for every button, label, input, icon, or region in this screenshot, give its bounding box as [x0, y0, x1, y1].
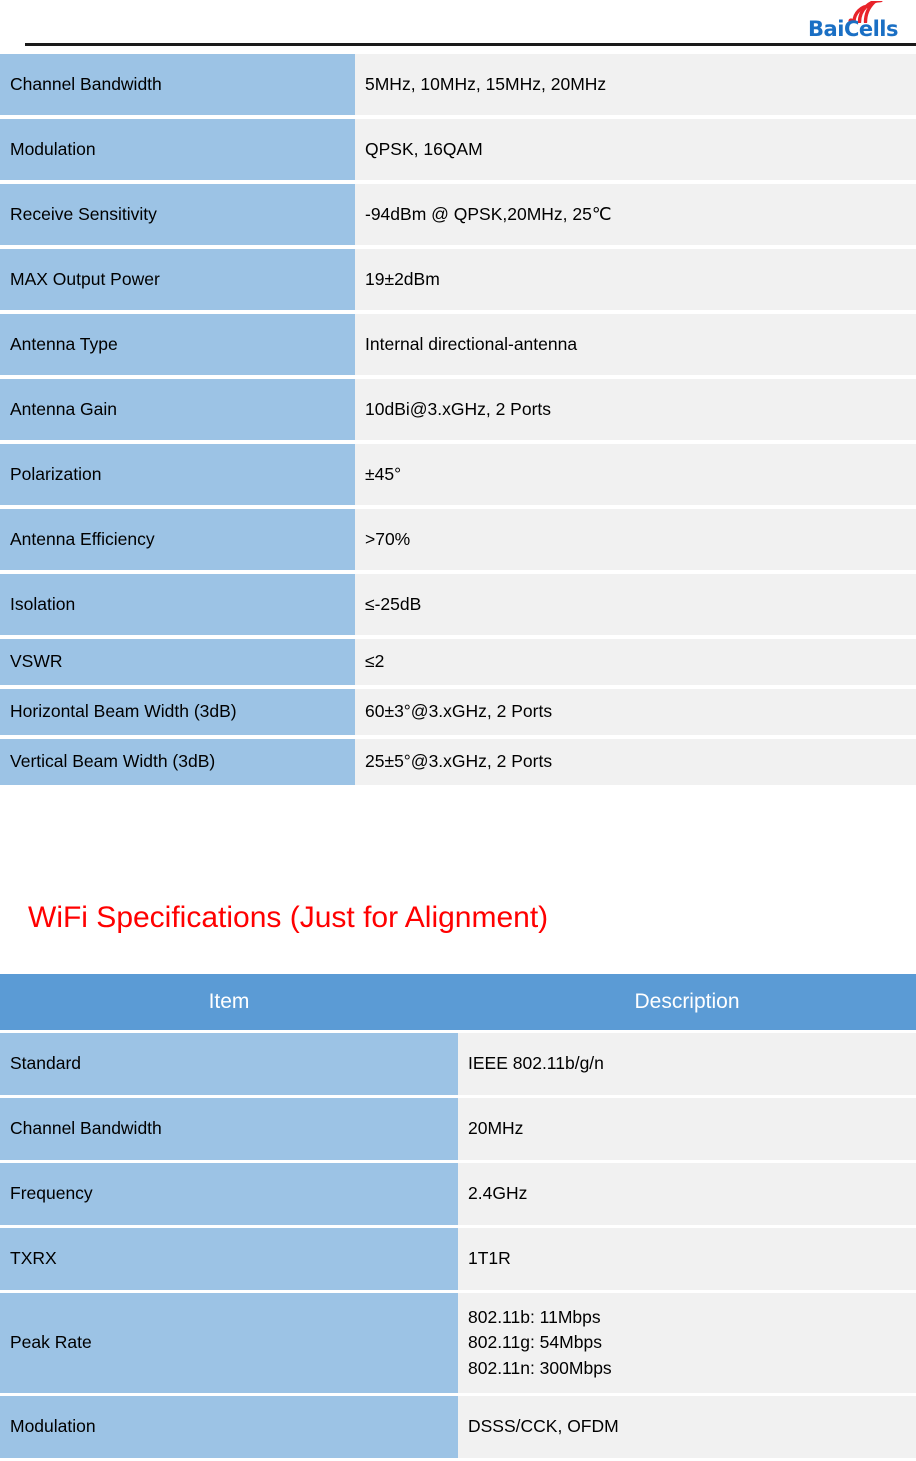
spec-value: ≤2 — [355, 639, 916, 685]
table-row: VSWR ≤2 — [0, 639, 916, 685]
spec-label: Channel Bandwidth — [0, 1098, 458, 1160]
header-divider — [25, 43, 916, 46]
spec-label: VSWR — [0, 639, 355, 685]
spec-value: ≤-25dB — [355, 574, 916, 635]
table-row: Modulation QPSK, 16QAM — [0, 119, 916, 180]
spec-value: ±45° — [355, 444, 916, 505]
table-row: Polarization ±45° — [0, 444, 916, 505]
spec-label: Modulation — [0, 119, 355, 180]
spec-label: Modulation — [0, 1396, 458, 1458]
spec-label: Polarization — [0, 444, 355, 505]
spec-value: >70% — [355, 509, 916, 570]
page-title: WiFi Specifications (Just for Alignment) — [28, 901, 549, 934]
peak-rate-line: 802.11b: 11Mbps — [468, 1306, 601, 1327]
column-header-description: Description — [458, 974, 916, 1030]
table-row: TXRX 1T1R — [0, 1228, 916, 1290]
table-row: Standard IEEE 802.11b/g/n — [0, 1033, 916, 1095]
spec-label: Standard — [0, 1033, 458, 1095]
page-header: BaiCells — [0, 0, 916, 50]
spec-value: 5MHz, 10MHz, 15MHz, 20MHz — [355, 54, 916, 115]
spec-label: MAX Output Power — [0, 249, 355, 310]
spec-value: 19±2dBm — [355, 249, 916, 310]
baicells-logo: BaiCells — [796, 0, 900, 46]
spec-label: Channel Bandwidth — [0, 54, 355, 115]
spec-value: -94dBm @ QPSK,20MHz, 25℃ — [355, 184, 916, 245]
table-row: Vertical Beam Width (3dB) 25±5°@3.xGHz, … — [0, 739, 916, 785]
table-row: Antenna Type Internal directional-antenn… — [0, 314, 916, 375]
spec-label: Isolation — [0, 574, 355, 635]
table-row: Isolation ≤-25dB — [0, 574, 916, 635]
table-row: Receive Sensitivity -94dBm @ QPSK,20MHz,… — [0, 184, 916, 245]
spec-label: Antenna Gain — [0, 379, 355, 440]
lte-specifications-table: Channel Bandwidth 5MHz, 10MHz, 15MHz, 20… — [0, 50, 916, 789]
spec-label: Frequency — [0, 1163, 458, 1225]
table-row: Horizontal Beam Width (3dB) 60±3°@3.xGHz… — [0, 689, 916, 735]
spec-label: Horizontal Beam Width (3dB) — [0, 689, 355, 735]
spec-label: Vertical Beam Width (3dB) — [0, 739, 355, 785]
spec-value: 1T1R — [458, 1228, 916, 1290]
table-row: Frequency 2.4GHz — [0, 1163, 916, 1225]
column-header-item: Item — [0, 974, 458, 1030]
peak-rate-line: 802.11g: 54Mbps — [468, 1332, 602, 1353]
wifi-table-head: Item Description — [0, 974, 916, 1030]
spec-value: 2.4GHz — [458, 1163, 916, 1225]
spec-value: 802.11b: 11Mbps 802.11g: 54Mbps 802.11n:… — [458, 1293, 916, 1393]
table-row: Channel Bandwidth 5MHz, 10MHz, 15MHz, 20… — [0, 54, 916, 115]
lte-table-body: Channel Bandwidth 5MHz, 10MHz, 15MHz, 20… — [0, 54, 916, 785]
table-row: Channel Bandwidth 20MHz — [0, 1098, 916, 1160]
peak-rate-lines: 802.11b: 11Mbps 802.11g: 54Mbps 802.11n:… — [468, 1305, 906, 1381]
spec-value: IEEE 802.11b/g/n — [458, 1033, 916, 1095]
spec-value: 10dBi@3.xGHz, 2 Ports — [355, 379, 916, 440]
table-row: Antenna Efficiency >70% — [0, 509, 916, 570]
table-row: Modulation DSSS/CCK, OFDM — [0, 1396, 916, 1458]
spec-value: 60±3°@3.xGHz, 2 Ports — [355, 689, 916, 735]
table-header-row: Item Description — [0, 974, 916, 1030]
spec-label: Peak Rate — [0, 1293, 458, 1393]
peak-rate-line: 802.11n: 300Mbps — [468, 1357, 612, 1378]
brand-wordmark: BaiCells — [808, 18, 898, 40]
spec-value: 20MHz — [458, 1098, 916, 1160]
title-spacer — [0, 935, 916, 971]
table-row: Antenna Gain 10dBi@3.xGHz, 2 Ports — [0, 379, 916, 440]
spec-label: Antenna Efficiency — [0, 509, 355, 570]
spec-value: QPSK, 16QAM — [355, 119, 916, 180]
spec-label: TXRX — [0, 1228, 458, 1290]
spec-value: Internal directional-antenna — [355, 314, 916, 375]
brand-name-part1: Bai — [808, 17, 844, 41]
table-row: Peak Rate 802.11b: 11Mbps 802.11g: 54Mbp… — [0, 1293, 916, 1393]
wifi-table-body: Standard IEEE 802.11b/g/n Channel Bandwi… — [0, 1033, 916, 1458]
spec-value: DSSS/CCK, OFDM — [458, 1396, 916, 1458]
spec-label: Antenna Type — [0, 314, 355, 375]
spec-value: 25±5°@3.xGHz, 2 Ports — [355, 739, 916, 785]
brand-name-part2: Cells — [843, 17, 899, 41]
table-row: MAX Output Power 19±2dBm — [0, 249, 916, 310]
spec-label: Receive Sensitivity — [0, 184, 355, 245]
wifi-specifications-table: Item Description Standard IEEE 802.11b/g… — [0, 971, 916, 1461]
